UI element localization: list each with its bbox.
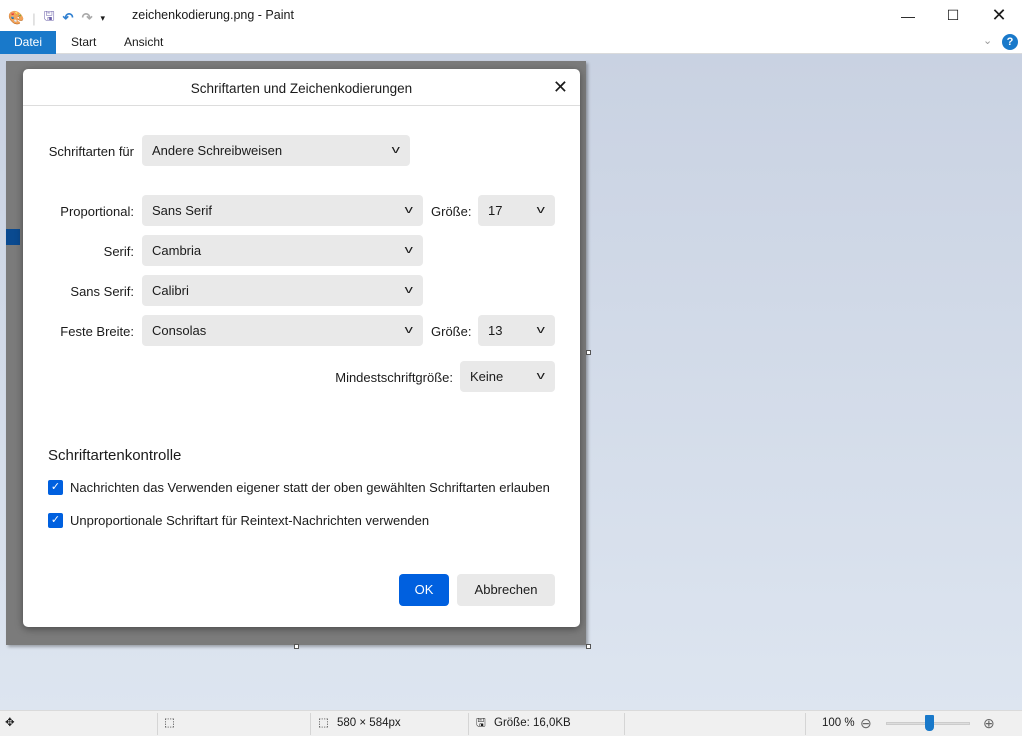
ok-button[interactable]: OK	[399, 574, 449, 606]
help-icon[interactable]: ?	[1002, 34, 1018, 50]
zoom-slider-thumb[interactable]	[925, 715, 934, 731]
selection-size-icon: ⬚	[164, 717, 175, 729]
proportional-size-select[interactable]: 17 v	[478, 195, 555, 226]
proportional-label: Proportional:	[60, 204, 134, 219]
image-size-icon: ⬚	[318, 717, 329, 729]
status-divider	[310, 713, 311, 735]
close-button[interactable]: ✕	[976, 0, 1022, 31]
min-font-size-label: Mindestschriftgröße:	[335, 370, 453, 385]
window-title: zeichenkodierung.png - Paint	[132, 8, 294, 22]
fonts-for-label: Schriftarten für	[48, 144, 134, 159]
zoom-in-button[interactable]: ⊕	[983, 711, 995, 737]
minimize-button[interactable]: —	[885, 0, 931, 31]
monospace-size-value: 13	[488, 323, 503, 338]
tab-ansicht[interactable]: Ansicht	[110, 31, 177, 54]
proportional-size-label: Größe:	[431, 204, 472, 219]
min-font-size-select[interactable]: Keine v	[460, 361, 555, 392]
resize-handle-corner[interactable]	[586, 644, 591, 649]
paint-app-icon[interactable]: 🎨	[8, 10, 24, 26]
dialog-title: Schriftarten und Zeichenkodierungen	[23, 69, 580, 106]
status-divider	[157, 713, 158, 735]
chevron-down-icon: v	[536, 370, 545, 382]
section-heading: Schriftartenkontrolle	[48, 447, 182, 464]
proportional-size-value: 17	[488, 203, 503, 218]
image-dimensions: 580 × 584px	[337, 717, 401, 729]
title-bar: 🎨 | 🖫 ↶ ↷ ▾ zeichenkodierung.png - Paint…	[0, 0, 1022, 31]
monospace-plaintext-label[interactable]: Unproportionale Schriftart für Reintext-…	[70, 513, 429, 528]
chevron-down-icon: v	[404, 324, 413, 336]
sans-serif-label: Sans Serif:	[70, 284, 134, 299]
status-divider	[805, 713, 806, 735]
font-encoding-dialog: Schriftarten und Zeichenkodierungen ✕ Sc…	[23, 69, 580, 627]
resize-handle-bottom[interactable]	[294, 644, 299, 649]
save-icon[interactable]: 🖫	[44, 7, 55, 29]
status-bar: ✥ ⬚ ⬚ 580 × 584px 🖫 Größe: 16,0KB 100 % …	[0, 710, 1022, 736]
sans-serif-select[interactable]: Calibri v	[142, 275, 423, 306]
monospace-size-label: Größe:	[431, 324, 472, 339]
tab-datei[interactable]: Datei	[0, 31, 57, 54]
zoom-out-button[interactable]: ⊖	[860, 711, 872, 737]
fonts-for-select[interactable]: Andere Schreibweisen v	[142, 135, 410, 166]
monospace-select[interactable]: Consolas v	[142, 315, 423, 346]
monospace-size-select[interactable]: 13 v	[478, 315, 555, 346]
chevron-down-icon: v	[404, 204, 413, 216]
redo-icon[interactable]: ↷	[82, 10, 93, 26]
zoom-level: 100 %	[822, 717, 855, 729]
monospace-plaintext-checkbox[interactable]: ✓	[48, 513, 63, 528]
chevron-down-icon: v	[404, 284, 413, 296]
cursor-position-icon: ✥	[5, 717, 15, 729]
proportional-select[interactable]: Sans Serif v	[142, 195, 423, 226]
serif-select[interactable]: Cambria v	[142, 235, 423, 266]
image-fragment	[6, 229, 20, 245]
min-font-size-value: Keine	[470, 369, 504, 384]
toolbar-divider: |	[32, 10, 36, 26]
quick-access-toolbar: 🎨 | 🖫 ↶ ↷ ▾	[8, 7, 105, 29]
proportional-value: Sans Serif	[152, 203, 212, 218]
customize-dropdown-icon[interactable]: ▾	[100, 13, 105, 24]
tab-start[interactable]: Start	[57, 31, 110, 54]
fonts-for-value: Andere Schreibweisen	[152, 143, 283, 158]
status-divider	[624, 713, 625, 735]
undo-icon[interactable]: ↶	[63, 10, 74, 26]
maximize-button[interactable]: ☐	[930, 0, 976, 31]
cancel-button[interactable]: Abbrechen	[457, 574, 555, 606]
dialog-close-icon[interactable]: ✕	[553, 77, 568, 98]
ribbon-tabs: Datei Start Ansicht ⌄ ?	[0, 31, 1022, 54]
chevron-down-icon: v	[391, 144, 400, 156]
sans-serif-value: Calibri	[152, 283, 189, 298]
allow-custom-fonts-checkbox[interactable]: ✓	[48, 480, 63, 495]
chevron-down-icon: v	[404, 244, 413, 256]
chevron-down-icon: v	[536, 324, 545, 336]
serif-label: Serif:	[103, 244, 134, 259]
chevron-down-icon: v	[536, 204, 545, 216]
collapse-ribbon-icon[interactable]: ⌄	[983, 34, 992, 47]
allow-custom-fonts-label[interactable]: Nachrichten das Verwenden eigener statt …	[70, 480, 550, 495]
monospace-value: Consolas	[152, 323, 207, 338]
serif-value: Cambria	[152, 243, 202, 258]
resize-handle-right[interactable]	[586, 350, 591, 355]
monospace-label: Feste Breite:	[60, 324, 134, 339]
status-divider	[468, 713, 469, 735]
file-size-icon: 🖫	[476, 717, 486, 729]
file-size: Größe: 16,0KB	[494, 717, 571, 729]
